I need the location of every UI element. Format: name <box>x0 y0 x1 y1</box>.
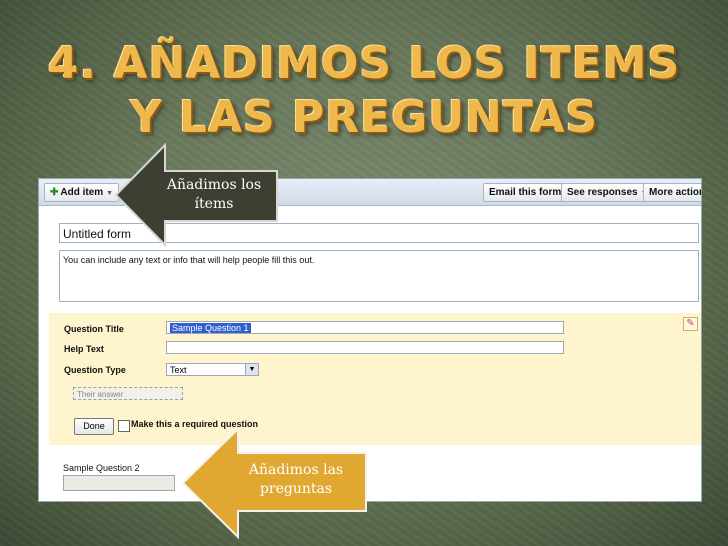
callout-questions-line1: Añadimos las <box>248 462 344 478</box>
help-text-label: Help Text <box>64 344 104 354</box>
form-description-input[interactable]: You can include any text or info that wi… <box>59 250 699 302</box>
help-text-input[interactable] <box>166 341 564 354</box>
pencil-icon[interactable]: ✎ <box>683 317 698 331</box>
required-checkbox[interactable] <box>118 420 130 432</box>
done-button[interactable]: Done <box>74 418 114 435</box>
more-actions-button[interactable]: More actions <box>643 183 701 202</box>
question-title-label: Question Title <box>64 324 124 334</box>
slide-title-line1: 4. AÑADIMOS LOS ITEMS <box>47 38 681 89</box>
callout-questions-line2: preguntas <box>259 481 333 497</box>
add-item-button[interactable]: ✚ Add item ▼ <box>44 183 120 202</box>
question2-title: Sample Question 2 <box>63 463 140 473</box>
slide-title-line2: Y LAS PREGUNTAS <box>129 92 599 143</box>
email-form-button[interactable]: Email this form <box>483 183 568 202</box>
chevron-down-icon: ▼ <box>245 364 258 375</box>
question-type-select[interactable]: Text ▼ <box>166 363 259 376</box>
callout-questions: Añadimos las preguntas <box>180 427 369 539</box>
question2-answer-field <box>63 475 175 491</box>
callout-items-line2: ítems <box>194 196 234 212</box>
plus-icon: ✚ <box>50 187 59 198</box>
answer-preview-field: Their answer <box>73 387 183 400</box>
callout-items-line1: Añadimos los <box>166 177 262 193</box>
question-title-input[interactable]: Sample Question 1 <box>166 321 564 334</box>
callout-items: Añadimos los ítems <box>113 143 281 247</box>
see-responses-button[interactable]: See responses▼ <box>561 183 654 202</box>
question-editor: ✎ Question Title Sample Question 1 Help … <box>49 313 701 445</box>
question-type-label: Question Type <box>64 365 126 375</box>
